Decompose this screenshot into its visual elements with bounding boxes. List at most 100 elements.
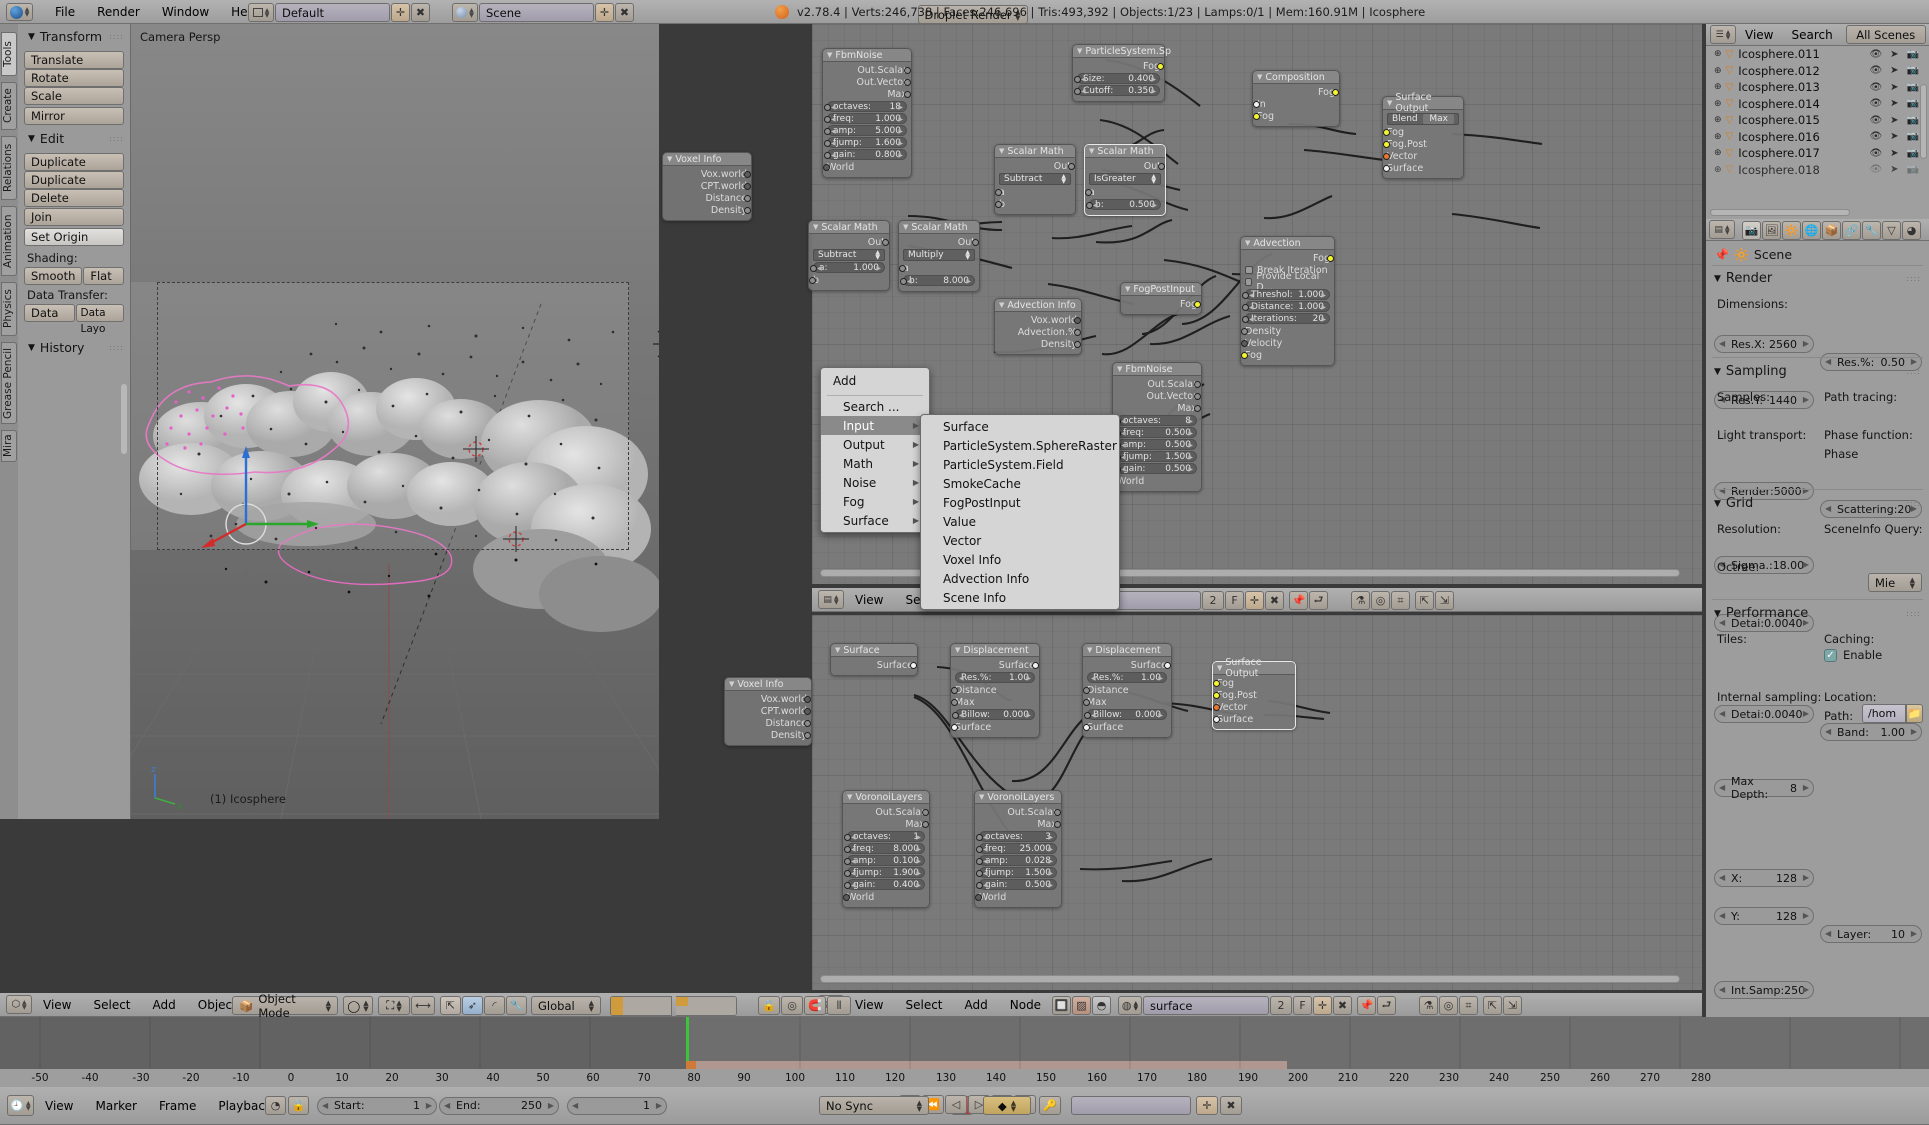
- node-field-cutoff[interactable]: ◀ Cutoff: 0.350 ▶: [1074, 85, 1160, 96]
- pivot-point-select[interactable]: ⛶ ▲ ▼: [378, 996, 410, 1015]
- socket[interactable]: [899, 265, 906, 272]
- camera-icon[interactable]: 📷: [1907, 82, 1919, 93]
- socket[interactable]: [1086, 202, 1093, 209]
- node-surface-output-top[interactable]: ▼ Surface Output Blend Max Fog Fog.Post Ve…: [1382, 92, 1464, 179]
- node-scalar-math-subtract-1[interactable]: ▼Scalar Math Out Subtract▲▼ a b: [994, 144, 1076, 215]
- node-field-freq[interactable]: ◀ freq: 1.000 ▶: [824, 113, 907, 124]
- node-field-iterations[interactable]: ◀ Iterations: 20 ▶: [1242, 313, 1330, 324]
- socket[interactable]: [1213, 680, 1220, 687]
- node-collapse-icon[interactable]: ▼: [827, 51, 832, 59]
- tab-scene-icon[interactable]: 🔆: [1782, 221, 1801, 240]
- render-preview-icon[interactable]: ◎: [781, 996, 803, 1015]
- node-field-gain[interactable]: ◀ gain: 0.800 ▶: [824, 149, 907, 160]
- panel-transform[interactable]: ▼ Transform ::::: [28, 29, 124, 44]
- eye-icon[interactable]: 👁: [1869, 82, 1882, 93]
- field-tile-y[interactable]: ◀ Y: 128 ▶: [1714, 907, 1814, 925]
- socket[interactable]: [824, 128, 831, 135]
- viewport-menu-view[interactable]: View: [32, 993, 82, 1017]
- node-bot-menu-add[interactable]: Add: [954, 993, 999, 1017]
- socket[interactable]: [1327, 255, 1334, 262]
- socket[interactable]: [1157, 63, 1164, 70]
- delete-screen-button[interactable]: ✖: [411, 3, 430, 22]
- socket[interactable]: [1383, 141, 1390, 148]
- node-field-amp[interactable]: ◀ amp: 0.500 ▶: [1114, 439, 1197, 450]
- shader-type-world-icon[interactable]: ▨: [1072, 996, 1091, 1015]
- manipulator-wrench-icon[interactable]: 🔧: [506, 996, 527, 1015]
- node-overlay-icon[interactable]: ⇲: [1435, 591, 1454, 610]
- socket[interactable]: [844, 846, 851, 853]
- timeline-menu-frame[interactable]: Frame: [148, 1087, 207, 1125]
- cursor-arrow-icon[interactable]: ➤: [1890, 148, 1898, 159]
- node-checkbox-provide-local[interactable]: Provide Local D...: [1245, 271, 1330, 293]
- editor-type-icon[interactable]: ▤▲▼: [818, 590, 844, 609]
- cursor-arrow-icon[interactable]: ➤: [1890, 82, 1898, 93]
- tab-data-icon[interactable]: ▽: [1882, 221, 1901, 240]
- node-field-amp[interactable]: ◀ amp: 5.000 ▶: [824, 125, 907, 136]
- node-field-octaves[interactable]: ◀ octaves: 1 ▶: [844, 831, 925, 842]
- pin-icon[interactable]: 📌: [1357, 996, 1376, 1015]
- socket[interactable]: [1383, 129, 1390, 136]
- socket[interactable]: [976, 870, 983, 877]
- outliner-row-icosphere-017[interactable]: ⊕ ▽ Icosphere.017 👁 ➤ 📷: [1706, 145, 1929, 162]
- screen-layout-icon[interactable]: ▲ ▼: [248, 3, 274, 22]
- outliner-row-icosphere-015[interactable]: ⊕ ▽ Icosphere.015 👁 ➤ 📷: [1706, 112, 1929, 129]
- node-field-res-percent[interactable]: ◀ Res.%: 1.00 ▶: [955, 672, 1035, 683]
- socket[interactable]: [976, 882, 983, 889]
- add-menu-item-input[interactable]: Input ▶: [821, 416, 929, 435]
- field-res-x[interactable]: ◀ Res.X: 2560 ▶: [1714, 335, 1814, 353]
- keying-set-select[interactable]: ◆ ▲ ▼: [983, 1096, 1031, 1115]
- remove-keyframe-icon[interactable]: ✖: [1220, 1096, 1242, 1115]
- viewport-menu-select[interactable]: Select: [82, 993, 141, 1017]
- panel-history[interactable]: ▼ History ::::: [28, 340, 124, 355]
- tool-delete[interactable]: Delete: [24, 189, 124, 207]
- outliner-row-icosphere-012[interactable]: ⊕ ▽ Icosphere.012 👁 ➤ 📷: [1706, 63, 1929, 80]
- translate-manipulator-icon[interactable]: ⇱: [440, 996, 461, 1015]
- screen-layout-select[interactable]: Default: [275, 3, 390, 22]
- eye-icon[interactable]: 👁: [1869, 164, 1882, 175]
- new-scene-button[interactable]: ✛: [595, 3, 614, 22]
- keying-field[interactable]: [1071, 1096, 1191, 1115]
- node-unlink-button[interactable]: ✖: [1265, 591, 1284, 610]
- folder-icon[interactable]: 📁: [1906, 704, 1923, 723]
- eye-icon[interactable]: 👁: [1869, 115, 1882, 126]
- checkbox-box[interactable]: ✓: [1824, 648, 1837, 662]
- outliner-row-icosphere-011[interactable]: ⊕ ▽ Icosphere.011 👁 ➤ 📷: [1706, 46, 1929, 63]
- socket[interactable]: [1074, 341, 1081, 348]
- node-collapse-icon[interactable]: ▼: [1217, 664, 1222, 672]
- tab-render-layers-icon[interactable]: 🖼: [1762, 221, 1781, 240]
- socket[interactable]: [1242, 304, 1249, 311]
- node-displacement-2[interactable]: ▼ Displacement Surface ◀ Res.%: 1.00 ▶ Dista…: [1082, 643, 1172, 738]
- socket[interactable]: [844, 870, 851, 877]
- tool-tab-tools[interactable]: Tools: [1, 32, 17, 76]
- field-frame-end[interactable]: ◀ End: 250 ▶: [439, 1096, 559, 1115]
- node-collapse-icon[interactable]: ▼: [835, 646, 840, 654]
- tool-tab-animation[interactable]: Animation: [1, 206, 17, 276]
- socket[interactable]: [1158, 163, 1165, 170]
- tool-data-layout-transfer[interactable]: Data Layo: [75, 304, 124, 335]
- node-field-threshold[interactable]: ◀ Threshol: 1.000 ▶: [1242, 289, 1330, 300]
- socket[interactable]: [844, 834, 851, 841]
- node-proportional-icon[interactable]: ⇱: [1483, 996, 1502, 1015]
- socket[interactable]: [804, 720, 811, 727]
- node-advection[interactable]: ▼ Advection Fog Break Iteration Provide L…: [1240, 236, 1335, 366]
- node-voxel-info-bottom[interactable]: ▼ Voxel Info Vox.world CPT.world Distance…: [724, 677, 812, 746]
- socket[interactable]: [1383, 165, 1390, 172]
- panel-performance[interactable]: ▼ Performance ::::: [1714, 606, 1921, 621]
- socket[interactable]: [744, 207, 751, 214]
- socket[interactable]: [810, 265, 817, 272]
- expand-icon[interactable]: ⊕: [1714, 99, 1722, 109]
- socket[interactable]: [1074, 88, 1081, 95]
- blender-logo-icon[interactable]: ▲ ▼: [6, 3, 33, 21]
- submenu-item-advection-info[interactable]: Advection Info: [921, 569, 1119, 588]
- socket[interactable]: [1213, 716, 1220, 723]
- socket[interactable]: [1074, 329, 1081, 336]
- outliner-scope-select[interactable]: All Scenes: [1845, 25, 1926, 44]
- add-menu-item-surface[interactable]: Surface ▶: [821, 511, 929, 530]
- node-fake-user-button[interactable]: F: [1293, 996, 1312, 1015]
- socket[interactable]: [824, 104, 831, 111]
- submenu-item-scene-info[interactable]: Scene Info: [921, 588, 1119, 607]
- socket[interactable]: [910, 662, 917, 669]
- add-menu-item-math[interactable]: Math ▶: [821, 454, 929, 473]
- node-users-count[interactable]: 2: [1270, 996, 1292, 1015]
- scene-browse-icon[interactable]: ▲ ▼: [452, 3, 478, 22]
